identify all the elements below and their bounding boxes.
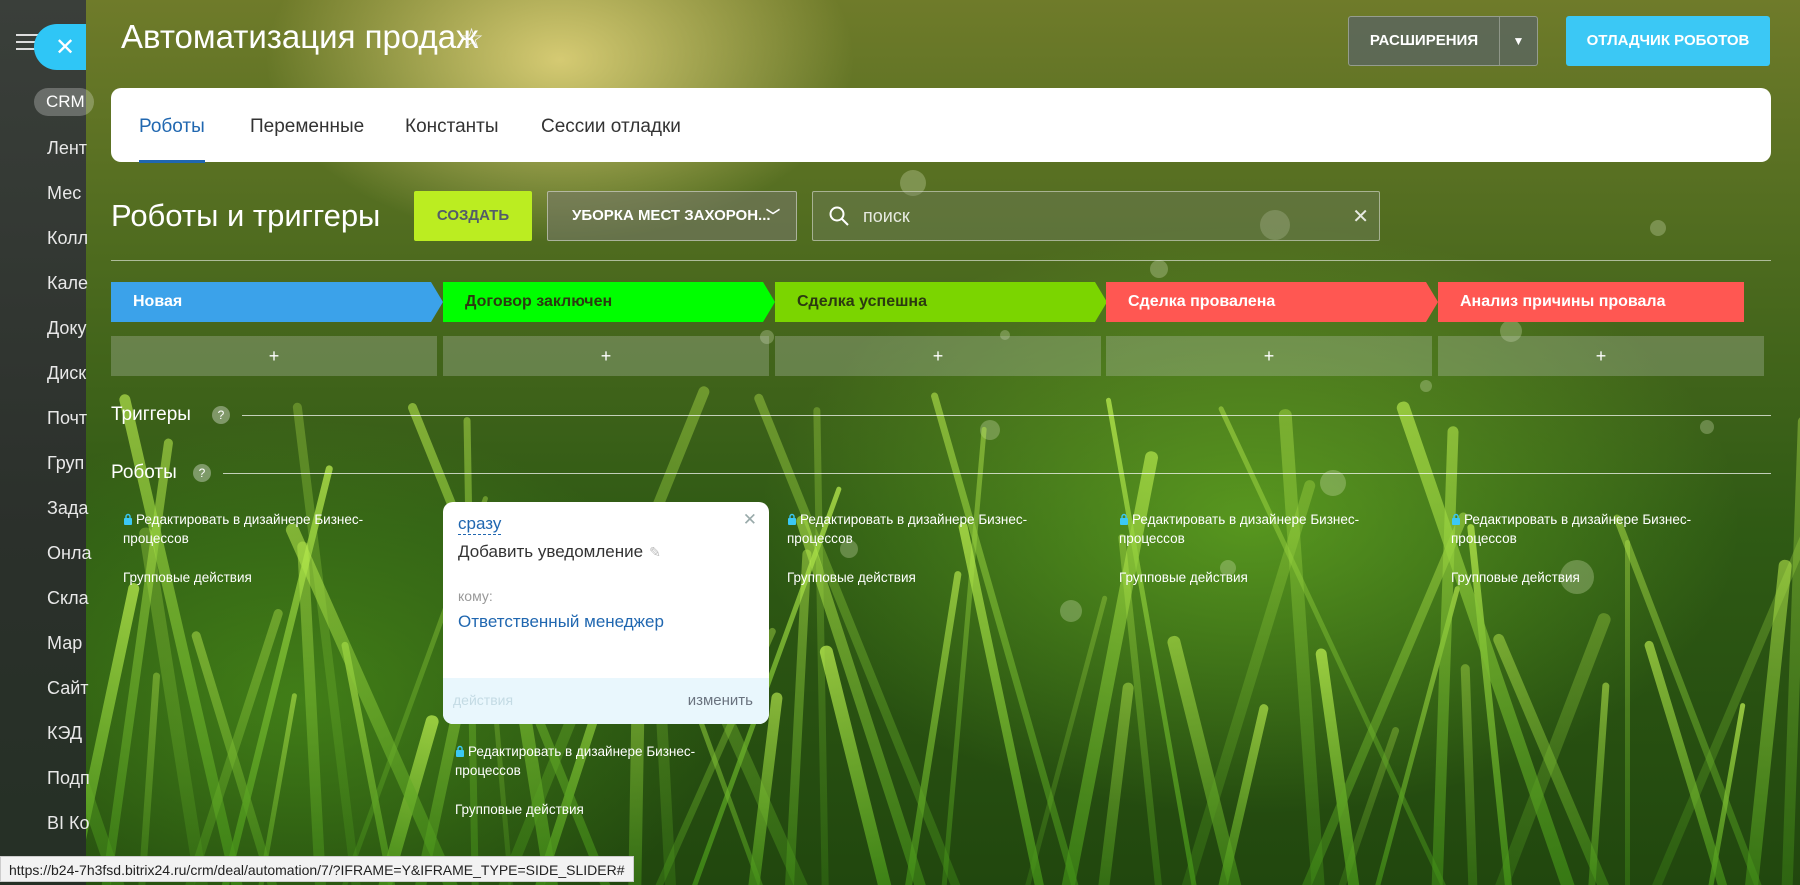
divider <box>223 473 1771 474</box>
sidebar-item[interactable]: Колл <box>47 224 91 269</box>
lock-icon <box>788 513 796 525</box>
group-actions-link[interactable]: Групповые действия <box>455 800 725 819</box>
lock-icon <box>1452 513 1460 525</box>
lock-icon <box>456 745 464 757</box>
tabs-bar: Роботы Переменные Константы Сессии отлад… <box>111 88 1771 163</box>
triggers-title: Триггеры <box>111 404 191 425</box>
sidebar-item[interactable]: Лент <box>47 134 91 179</box>
add-trigger-button[interactable]: + <box>443 336 769 376</box>
sidebar-item[interactable]: Подп <box>47 764 91 809</box>
sidebar-item[interactable]: Мес <box>47 179 91 224</box>
create-button[interactable]: СОЗДАТЬ <box>414 191 532 241</box>
extensions-button[interactable]: РАСШИРЕНИЯ ▼ <box>1348 16 1538 66</box>
sidebar-item[interactable]: Сайт <box>47 674 91 719</box>
tab-robots[interactable]: Роботы <box>139 116 205 163</box>
close-slider-button[interactable]: ✕ <box>34 24 86 70</box>
tab-constants[interactable]: Константы <box>405 116 499 138</box>
stage-header: Договор заключен <box>443 282 775 322</box>
close-icon: ✕ <box>54 33 76 61</box>
robot-column-links: Редактировать в дизайнере Бизнес-процесс… <box>123 510 393 587</box>
recipient-link[interactable]: Ответственный менеджер <box>458 612 664 632</box>
edit-in-designer-link[interactable]: Редактировать в дизайнере Бизнес-процесс… <box>123 510 393 548</box>
star-icon[interactable]: ☆ <box>459 22 484 55</box>
edit-in-designer-link[interactable]: Редактировать в дизайнере Бизнес-процесс… <box>1119 510 1389 548</box>
tab-debug-sessions[interactable]: Сессии отладки <box>541 116 681 138</box>
chevron-down-icon[interactable]: ▼ <box>1500 34 1537 48</box>
tab-variables[interactable]: Переменные <box>250 116 364 138</box>
sidebar-item[interactable]: BI Ко <box>47 809 91 854</box>
lock-icon <box>124 513 132 525</box>
lock-icon <box>1120 513 1128 525</box>
sidebar-item-crm[interactable]: CRM <box>34 88 94 116</box>
actions-label[interactable]: действия <box>453 692 513 708</box>
clear-icon[interactable]: ✕ <box>1352 204 1369 229</box>
edit-robot-link[interactable]: изменить <box>688 692 753 709</box>
search-icon <box>829 206 849 226</box>
sidebar-item[interactable]: Кале <box>47 269 91 314</box>
pencil-icon[interactable]: ✎ <box>649 544 661 561</box>
sidebar-item[interactable]: Почт <box>47 404 91 449</box>
sidebar-item[interactable]: Доку <box>47 314 91 359</box>
section-title: Роботы и триггеры <box>111 198 381 233</box>
chevron-down-icon: ﹀ <box>766 208 780 224</box>
sidebar-list: Лент Мес Колл Кале Доку Диск Почт Груп Зада Онла С… <box>47 134 91 854</box>
robot-title: Добавить уведомление ✎ <box>458 542 661 562</box>
stage-header: Сделка успешна <box>775 282 1107 322</box>
sidebar-item[interactable]: Онла <box>47 539 91 584</box>
sidebar-item[interactable]: Зада <box>47 494 91 539</box>
robots-debugger-button[interactable]: ОТЛАДЧИК РОБОТОВ <box>1566 16 1770 66</box>
group-actions-link[interactable]: Групповые действия <box>787 568 1057 587</box>
edit-in-designer-link[interactable]: Редактировать в дизайнере Бизнес-процесс… <box>787 510 1057 548</box>
page-title: Автоматизация продаж <box>121 18 479 55</box>
edit-in-designer-text: Редактировать в дизайнере Бизнес-процесс… <box>1451 512 1692 546</box>
robot-card-footer: действия изменить <box>443 678 769 724</box>
group-actions-link[interactable]: Групповые действия <box>123 568 393 587</box>
robot-column-links: Редактировать в дизайнере Бизнес-процесс… <box>787 510 1057 587</box>
automation-slider: Автоматизация продаж ☆ РАСШИРЕНИЯ ▼ ОТЛА… <box>86 0 1800 885</box>
help-icon[interactable]: ? <box>212 406 230 424</box>
close-icon[interactable]: ✕ <box>743 510 757 530</box>
help-icon[interactable]: ? <box>193 464 211 482</box>
add-trigger-button[interactable]: + <box>775 336 1101 376</box>
pipeline-filter-label: УБОРКА МЕСТ ЗАХОРОН... <box>572 207 771 224</box>
sidebar-item[interactable]: КЭД <box>47 719 91 764</box>
stage-header: Анализ причины провала <box>1438 282 1744 322</box>
robot-column-links: Редактировать в дизайнере Бизнес-процесс… <box>1119 510 1389 587</box>
search-input[interactable] <box>863 200 1323 232</box>
divider <box>242 415 1771 416</box>
add-trigger-button[interactable]: + <box>111 336 437 376</box>
robot-title-text: Добавить уведомление <box>458 542 644 561</box>
group-actions-link[interactable]: Групповые действия <box>1451 568 1721 587</box>
edit-in-designer-text: Редактировать в дизайнере Бизнес-процесс… <box>123 512 364 546</box>
edit-in-designer-text: Редактировать в дизайнере Бизнес-процесс… <box>787 512 1028 546</box>
edit-in-designer-link[interactable]: Редактировать в дизайнере Бизнес-процесс… <box>1451 510 1721 548</box>
robot-card[interactable]: сразу ✕ Добавить уведомление ✎ кому: Отве… <box>443 502 769 724</box>
stage-header: Сделка провалена <box>1106 282 1438 322</box>
edit-in-designer-link[interactable]: Редактировать в дизайнере Бизнес-процесс… <box>455 742 725 780</box>
divider <box>111 260 1771 261</box>
sidebar-item[interactable]: Груп <box>47 449 91 494</box>
robot-delay-link[interactable]: сразу <box>458 514 502 535</box>
portal-sidebar: CRM Лент Мес Колл Кале Доку Диск Почт Груп Зада О… <box>0 0 94 885</box>
sidebar-item[interactable]: Скла <box>47 584 91 629</box>
robot-column-links: Редактировать в дизайнере Бизнес-процесс… <box>1451 510 1721 587</box>
pipeline-filter-dropdown[interactable]: УБОРКА МЕСТ ЗАХОРОН... ﹀ <box>547 191 797 241</box>
search-box: ✕ <box>812 191 1380 241</box>
stage-header: Новая <box>111 282 443 322</box>
edit-in-designer-text: Редактировать в дизайнере Бизнес-процесс… <box>1119 512 1360 546</box>
add-trigger-button[interactable]: + <box>1438 336 1764 376</box>
sidebar-item[interactable]: Диск <box>47 359 91 404</box>
recipient-label: кому: <box>458 588 493 604</box>
group-actions-link[interactable]: Групповые действия <box>1119 568 1389 587</box>
browser-status-url: https://b24-7h3fsd.bitrix24.ru/crm/deal/… <box>0 856 634 882</box>
edit-in-designer-text: Редактировать в дизайнере Бизнес-процесс… <box>455 744 696 778</box>
robot-column-links: Редактировать в дизайнере Бизнес-процесс… <box>455 742 725 819</box>
sidebar-item[interactable]: Мар <box>47 629 91 674</box>
robots-title: Роботы <box>111 462 177 483</box>
add-trigger-button[interactable]: + <box>1106 336 1432 376</box>
extensions-label: РАСШИРЕНИЯ <box>1349 17 1500 65</box>
